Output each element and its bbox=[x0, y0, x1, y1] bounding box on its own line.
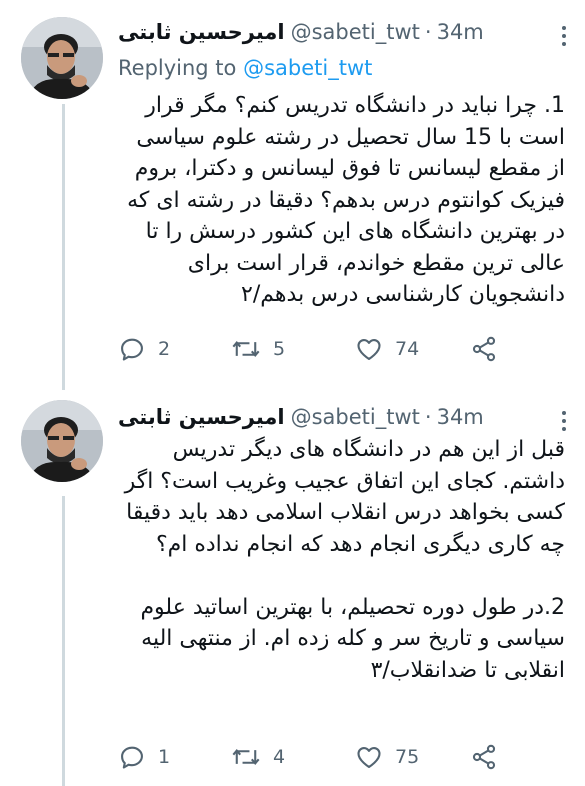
replying-to: Replying to @sabeti_twt bbox=[118, 56, 372, 80]
retweet-button[interactable]: 4 bbox=[231, 743, 285, 771]
tweet-actions: 2 5 74 bbox=[118, 332, 565, 366]
retweet-count: 4 bbox=[273, 746, 286, 768]
share-button[interactable] bbox=[470, 743, 498, 771]
avatar[interactable] bbox=[21, 17, 103, 99]
reply-count: 1 bbox=[158, 746, 171, 768]
tweet-text: قبل از این هم در دانشگاه های دیگر تدریس … bbox=[124, 437, 565, 683]
separator: · bbox=[424, 405, 432, 429]
timestamp[interactable]: 34m bbox=[437, 405, 484, 429]
reply-button[interactable]: 1 bbox=[118, 743, 170, 771]
like-icon bbox=[357, 338, 381, 360]
separator: · bbox=[424, 20, 432, 44]
reply-count: 2 bbox=[158, 338, 171, 360]
retweet-icon bbox=[232, 749, 260, 765]
like-button[interactable]: 75 bbox=[355, 743, 419, 771]
author-name[interactable]: امیرحسین ثابتی bbox=[118, 20, 285, 44]
reply-icon bbox=[121, 338, 143, 361]
mention-link[interactable]: @sabeti_twt bbox=[243, 56, 372, 80]
tweet-header: امیرحسین ثابتی @sabeti_twt · 34m bbox=[118, 402, 565, 432]
retweet-count: 5 bbox=[273, 338, 286, 360]
tweet-text: 1. چرا نباید در دانشگاه تدریس کنم؟ مگر ق… bbox=[120, 93, 565, 307]
avatar-photo bbox=[21, 17, 103, 99]
more-icon[interactable] bbox=[561, 411, 567, 431]
timestamp[interactable]: 34m bbox=[437, 20, 484, 44]
tweet[interactable]: امیرحسین ثابتی @sabeti_twt · 34m قبل از … bbox=[0, 388, 585, 786]
author-handle[interactable]: @sabeti_twt bbox=[291, 20, 420, 44]
avatar-photo bbox=[21, 400, 103, 482]
like-count: 74 bbox=[395, 338, 420, 360]
like-button[interactable]: 74 bbox=[355, 335, 419, 363]
share-icon bbox=[472, 336, 496, 362]
more-icon[interactable] bbox=[561, 26, 567, 46]
share-icon bbox=[472, 744, 496, 770]
tweet-header: امیرحسین ثابتی @sabeti_twt · 34m bbox=[118, 17, 565, 47]
tweet[interactable]: امیرحسین ثابتی @sabeti_twt · 34m Replyin… bbox=[0, 0, 585, 388]
reply-button[interactable]: 2 bbox=[118, 335, 170, 363]
author-name[interactable]: امیرحسین ثابتی bbox=[118, 405, 285, 429]
like-icon bbox=[357, 746, 381, 768]
retweet-button[interactable]: 5 bbox=[231, 335, 285, 363]
retweet-icon bbox=[232, 341, 260, 357]
share-button[interactable] bbox=[470, 335, 498, 363]
tweet-actions: 1 4 75 bbox=[118, 740, 565, 774]
like-count: 75 bbox=[395, 746, 420, 768]
author-handle[interactable]: @sabeti_twt bbox=[291, 405, 420, 429]
replying-prefix: Replying to bbox=[118, 56, 237, 80]
avatar[interactable] bbox=[21, 400, 103, 482]
reply-icon bbox=[121, 746, 143, 769]
